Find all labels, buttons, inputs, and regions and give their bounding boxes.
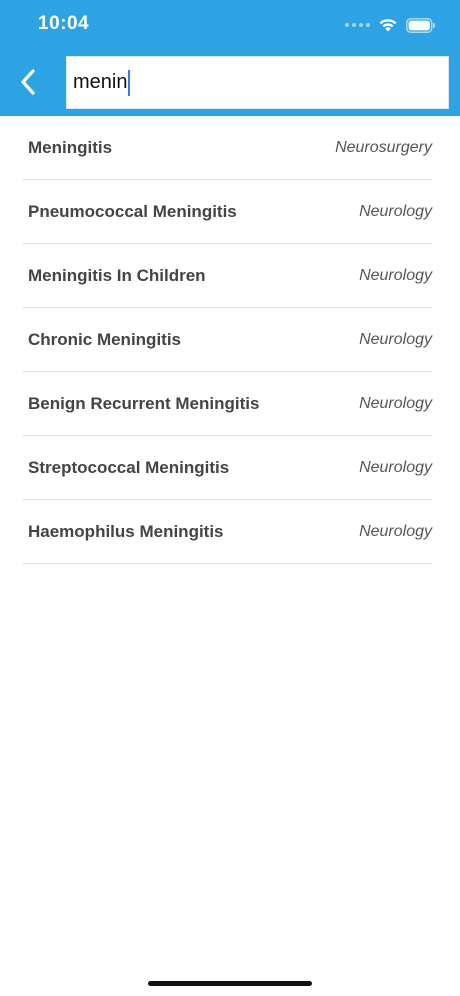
cellular-signal-icon (345, 23, 370, 27)
home-indicator[interactable] (148, 981, 312, 986)
wifi-icon (379, 19, 397, 32)
result-specialty: Neurology (359, 266, 432, 284)
result-row[interactable]: Meningitis Neurosurgery (22, 116, 432, 180)
result-row[interactable]: Benign Recurrent Meningitis Neurology (22, 372, 432, 436)
search-results-list: Meningitis Neurosurgery Pneumococcal Menin… (22, 116, 432, 564)
result-title: Chronic Meningitis (28, 329, 181, 349)
result-row[interactable]: Streptococcal Meningitis Neurology (22, 436, 432, 500)
search-field[interactable]: menin (66, 56, 449, 109)
status-time: 10:04 (38, 13, 90, 34)
result-row[interactable]: Pneumococcal Meningitis Neurology (22, 180, 432, 244)
result-title: Meningitis In Children (28, 265, 206, 285)
result-row[interactable]: Chronic Meningitis Neurology (22, 308, 432, 372)
result-title: Streptococcal Meningitis (28, 457, 230, 477)
result-specialty: Neurosurgery (335, 138, 432, 156)
result-specialty: Neurology (359, 522, 432, 540)
chevron-left-icon (21, 69, 35, 95)
result-title: Pneumococcal Meningitis (28, 201, 237, 221)
battery-icon (406, 17, 435, 33)
search-input[interactable]: menin (73, 71, 127, 94)
result-specialty: Neurology (359, 458, 432, 476)
status-icons (345, 14, 436, 36)
text-cursor (128, 69, 131, 96)
back-button[interactable] (8, 60, 48, 104)
top-app-bar: 10:04 menin (0, 0, 460, 116)
result-specialty: Neurology (359, 394, 432, 412)
result-row[interactable]: Haemophilus Meningitis Neurology (22, 500, 432, 564)
result-specialty: Neurology (359, 330, 432, 348)
result-row[interactable]: Meningitis In Children Neurology (22, 244, 432, 308)
result-title: Benign Recurrent Meningitis (28, 393, 260, 413)
result-title: Meningitis (28, 137, 113, 157)
result-title: Haemophilus Meningitis (28, 521, 224, 541)
result-specialty: Neurology (359, 202, 432, 220)
